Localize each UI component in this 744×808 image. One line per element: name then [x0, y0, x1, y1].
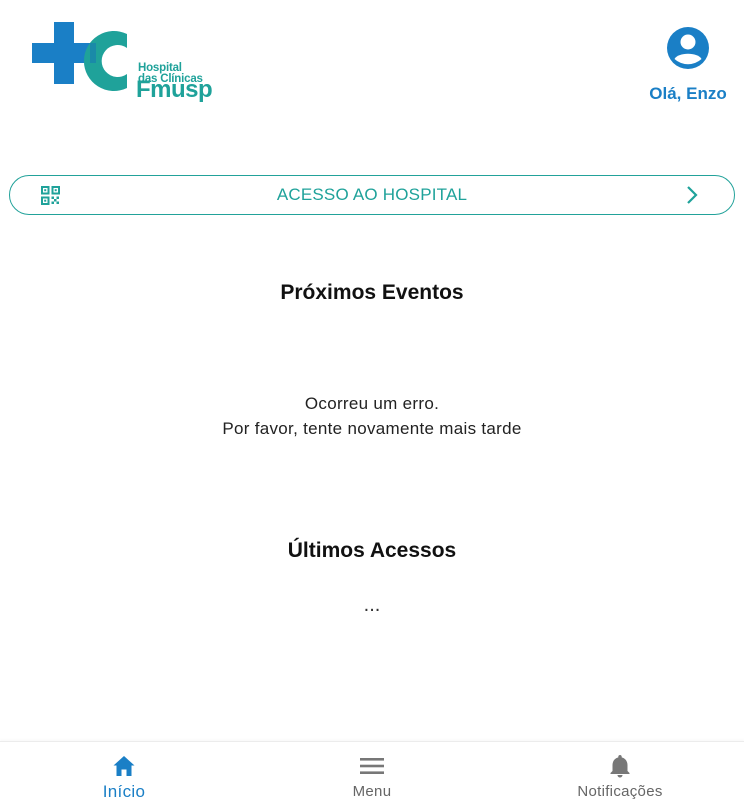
user-profile[interactable]: Olá, Enzo	[648, 26, 728, 104]
nav-item-menu[interactable]: Menu	[248, 742, 496, 808]
nav-label-menu: Menu	[352, 783, 392, 800]
header: Hospital das Clínicas Fmusp Olá, Enzo	[0, 0, 744, 130]
last-accesses-title: Últimos Acessos	[287, 539, 457, 562]
qr-code-icon	[41, 186, 60, 205]
loading-indicator: ...	[363, 594, 381, 616]
nav-label-notifications: Notificações	[577, 783, 663, 800]
hospital-logo: Hospital das Clínicas Fmusp	[32, 20, 213, 104]
upcoming-events-title: Próximos Eventos	[280, 281, 464, 304]
bell-icon	[610, 755, 630, 778]
bottom-navigation: Início Menu Notificações	[0, 741, 744, 808]
nav-label-home: Início	[102, 782, 146, 801]
user-greeting[interactable]: Olá, Enzo	[648, 84, 728, 104]
nav-item-home[interactable]: Início	[0, 742, 248, 808]
menu-icon	[360, 758, 384, 774]
events-error-line1: Ocorreu um erro.	[304, 394, 440, 413]
events-error-line2: Por favor, tente novamente mais tarde	[222, 419, 522, 438]
chevron-right-icon	[687, 186, 698, 204]
hospital-access-label: ACESSO AO HOSPITAL	[276, 185, 468, 204]
logo-brand: Fmusp	[136, 76, 213, 103]
hospital-access-button[interactable]: ACESSO AO HOSPITAL	[9, 175, 735, 215]
nav-item-notifications[interactable]: Notificações	[496, 742, 744, 808]
account-circle-icon[interactable]	[666, 26, 710, 70]
home-icon	[113, 756, 135, 776]
